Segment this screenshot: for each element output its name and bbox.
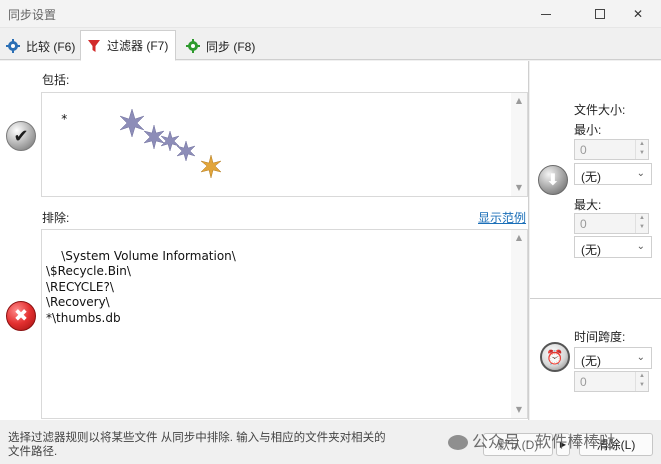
gear-icon xyxy=(6,39,20,53)
maximize-icon xyxy=(595,9,605,19)
exclude-textarea[interactable]: \System Volume Information\ \$Recycle.Bi… xyxy=(41,229,528,419)
tab-sync-label: 同步 (F8) xyxy=(206,39,256,54)
exclude-scrollbar[interactable]: ▲ ▼ xyxy=(511,230,527,418)
arrow-up-icon[interactable]: ▲ xyxy=(636,372,648,381)
min-size-unit: (无) xyxy=(581,170,601,184)
watermark-text: 公众号 · 软件棒棒哒 xyxy=(472,432,616,451)
tab-compare[interactable]: 比较 (F6) xyxy=(0,32,81,60)
include-text: * xyxy=(61,111,68,126)
wechat-icon xyxy=(448,435,468,450)
funnel-icon xyxy=(88,39,100,52)
tab-compare-label: 比较 (F6) xyxy=(26,39,76,54)
min-size-unit-select[interactable]: (无) ⌄ xyxy=(574,163,652,185)
check-icon: ✔ xyxy=(6,121,36,151)
tab-filter[interactable]: 过滤器 (F7) xyxy=(80,30,176,61)
watermark: 公众号 · 软件棒棒哒 xyxy=(448,428,615,452)
min-size-label: 最小: xyxy=(574,123,602,137)
close-icon: ✕ xyxy=(632,7,644,21)
filter-panel: ✔ ✖ 包括: * ▲ ▼ 排除: 显示范例 \System Volume In… xyxy=(0,61,529,420)
filter-description: 选择过滤器规则以将某些文件 从同步中排除. 输入与相应的文件夹对相关的文件路径. xyxy=(8,432,386,458)
time-span-arrows[interactable]: ▲ ▼ xyxy=(635,372,648,391)
chevron-down-icon: ⌄ xyxy=(636,168,645,179)
panel-divider xyxy=(530,298,661,299)
constraints-panel: 文件大小: 最小: 0 ▲ ▼ (无) ⌄ ⬇ 最大: 0 ▲ ▼ (无) ⌄ 时间… xyxy=(530,61,661,420)
arrow-down-icon[interactable]: ▼ xyxy=(636,149,648,158)
tab-bar: 比较 (F6) 过滤器 (F7) 同步 (F8) xyxy=(0,28,661,61)
close-button[interactable]: ✕ xyxy=(615,0,661,28)
exclude-text: \System Volume Information\ \$Recycle.Bi… xyxy=(46,248,236,325)
scroll-down-icon[interactable]: ▼ xyxy=(511,402,527,418)
include-label: 包括: xyxy=(42,73,70,87)
max-size-value: 0 xyxy=(580,217,587,231)
arrow-up-icon[interactable]: ▲ xyxy=(636,214,648,223)
scroll-down-icon[interactable]: ▼ xyxy=(511,180,527,196)
max-size-arrows[interactable]: ▲ ▼ xyxy=(635,214,648,233)
min-size-stepper[interactable]: 0 ▲ ▼ xyxy=(574,139,649,160)
min-size-arrows[interactable]: ▲ ▼ xyxy=(635,140,648,159)
cross-icon: ✖ xyxy=(6,301,36,331)
window-title: 同步设置 xyxy=(8,8,57,22)
gear-green-icon xyxy=(186,39,200,53)
max-size-stepper[interactable]: 0 ▲ ▼ xyxy=(574,213,649,234)
scroll-up-icon[interactable]: ▲ xyxy=(511,230,527,246)
max-size-label: 最大: xyxy=(574,198,602,212)
time-span-label: 时间跨度: xyxy=(574,330,626,344)
time-span-unit: (无) xyxy=(581,354,601,368)
footer: 选择过滤器规则以将某些文件 从同步中排除. 输入与相应的文件夹对相关的文件路径.… xyxy=(0,420,661,464)
min-size-value: 0 xyxy=(580,143,587,157)
max-size-unit-select[interactable]: (无) ⌄ xyxy=(574,236,652,258)
max-size-unit: (无) xyxy=(581,243,601,257)
title-bar: 同步设置 ✕ xyxy=(0,0,661,28)
minimize-button[interactable] xyxy=(523,0,569,28)
arrow-down-icon[interactable]: ▼ xyxy=(636,381,648,390)
file-size-label: 文件大小: xyxy=(574,103,626,117)
arrow-up-icon[interactable]: ▲ xyxy=(636,140,648,149)
exclude-label: 排除: xyxy=(42,211,70,225)
show-example-link[interactable]: 显示范例 xyxy=(478,209,526,226)
time-span-value: 0 xyxy=(580,375,587,389)
tab-filter-label: 过滤器 (F7) xyxy=(107,39,169,53)
include-scrollbar[interactable]: ▲ ▼ xyxy=(511,93,527,196)
arrow-down-icon[interactable]: ▼ xyxy=(636,223,648,232)
filter-icon-strip: ✔ ✖ xyxy=(0,61,41,420)
sparkle-cursor-icon xyxy=(119,108,222,179)
scroll-up-icon[interactable]: ▲ xyxy=(511,93,527,109)
alarm-clock-icon: ⏰ xyxy=(540,342,570,372)
chevron-down-icon: ⌄ xyxy=(636,352,645,363)
time-span-unit-select[interactable]: (无) ⌄ xyxy=(574,347,652,369)
chevron-down-icon: ⌄ xyxy=(636,241,645,252)
minimize-icon xyxy=(541,13,551,15)
download-arrow-icon: ⬇ xyxy=(538,165,568,195)
include-textarea[interactable]: * ▲ ▼ xyxy=(41,92,528,197)
tab-sync[interactable]: 同步 (F8) xyxy=(180,32,261,60)
time-span-stepper[interactable]: 0 ▲ ▼ xyxy=(574,371,649,392)
